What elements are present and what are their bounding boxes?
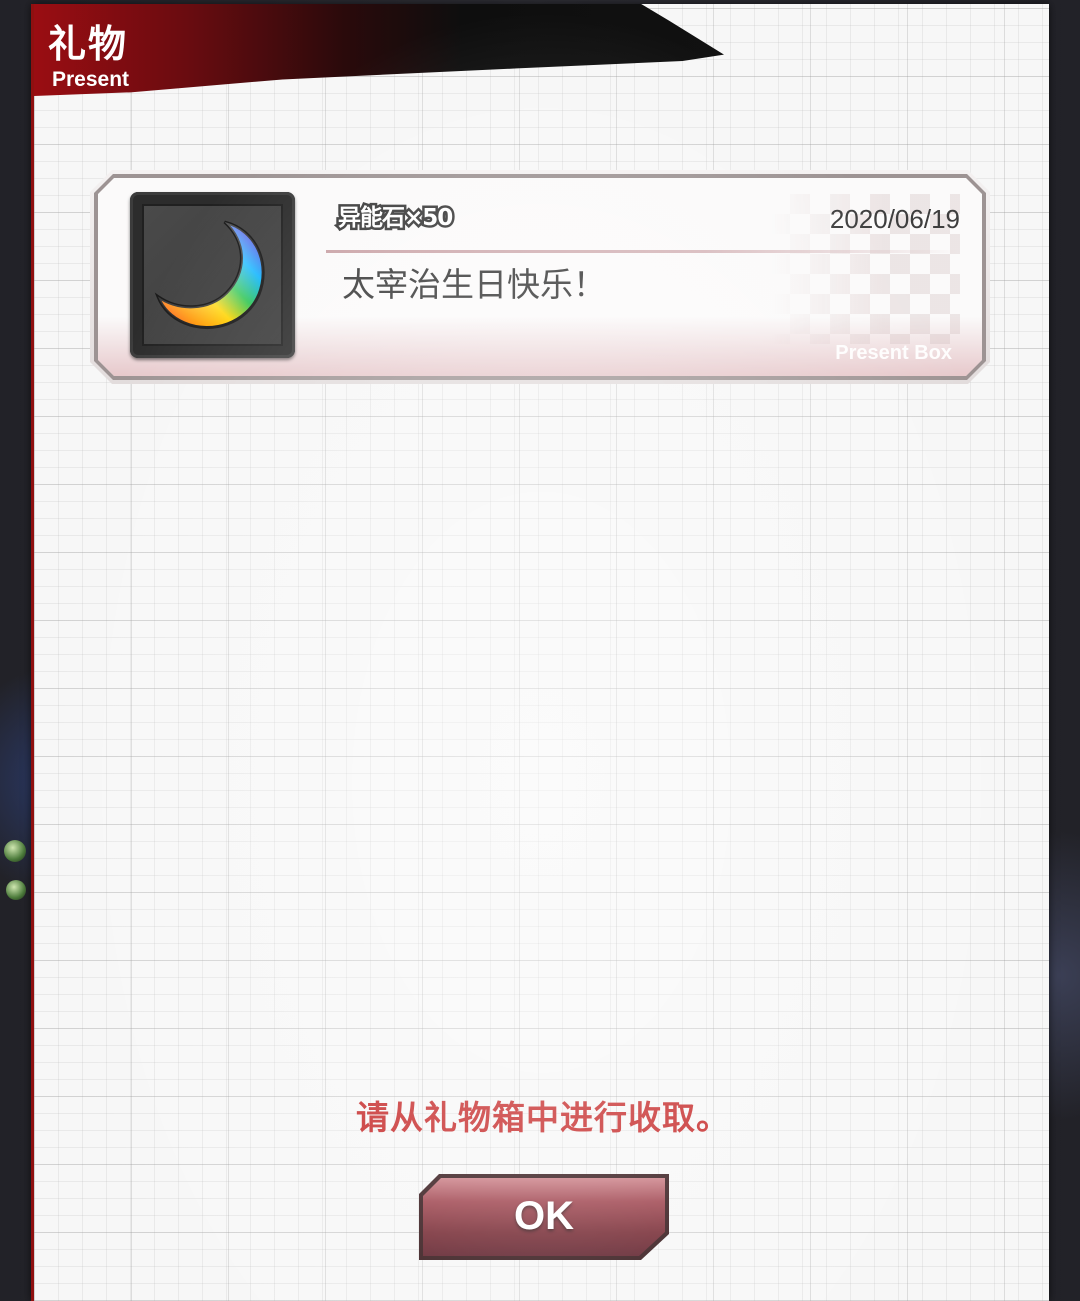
background-gem-decoration	[4, 840, 26, 862]
item-icon-slot	[142, 204, 283, 346]
dialog-title: 礼物	[48, 21, 129, 66]
background-gem-decoration	[6, 880, 26, 900]
rainbow-crescent-moon-icon	[154, 220, 265, 329]
present-card: 异能石×50 2020/06/19 太宰治生日快乐！ Present Box	[90, 170, 990, 384]
present-box-label: Present Box	[835, 342, 952, 364]
gift-message: 太宰治生日快乐！	[342, 265, 606, 304]
ok-button[interactable]: OK	[419, 1174, 669, 1260]
item-icon-frame	[130, 192, 295, 358]
dialog-subtitle: Present	[52, 68, 130, 91]
present-dialog-screen: 礼物 Present 异能石×50 2020/06/19 太宰治生日快乐！ Pr…	[0, 0, 1080, 1301]
present-dialog-panel: 礼物 Present 异能石×50 2020/06/19 太宰治生日快乐！ Pr…	[31, 4, 1049, 1301]
ok-button-label: OK	[514, 1194, 574, 1238]
card-divider	[326, 250, 958, 253]
header-banner	[34, 4, 724, 96]
item-name: 异能石×50	[335, 203, 455, 234]
collect-notice: 请从礼物箱中进行收取。	[356, 1098, 730, 1137]
present-date: 2020/06/19	[829, 204, 960, 234]
